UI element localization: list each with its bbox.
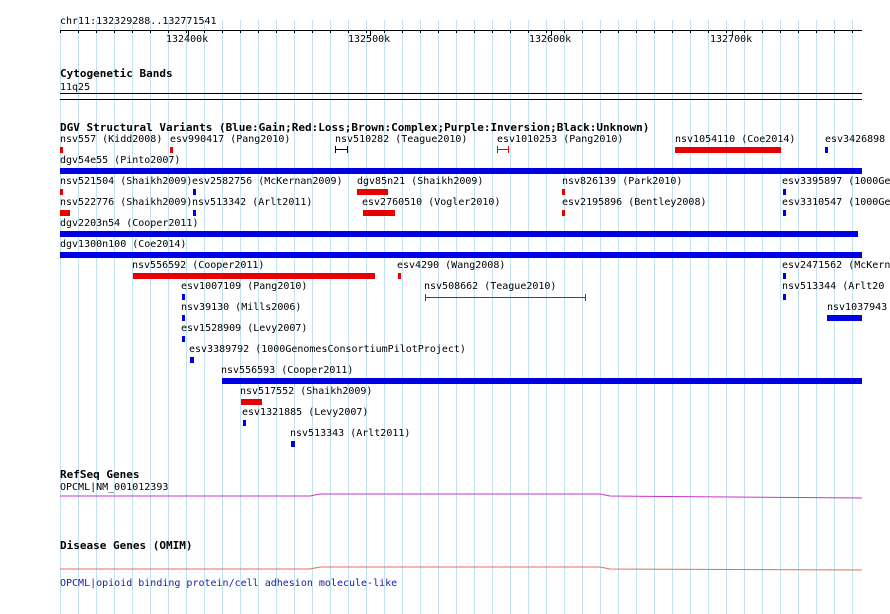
omim-gene-line[interactable] [60,566,863,571]
omim-track-title: Disease Genes (OMIM) [60,539,193,552]
omim-gene-link[interactable]: OPCML|opioid binding protein/cell adhesi… [60,578,397,589]
gene-lines [60,493,863,571]
genome-browser-view: chr11:132329288..132771541 132400k 132500… [0,0,890,614]
refseq-gene-line[interactable] [60,493,863,499]
